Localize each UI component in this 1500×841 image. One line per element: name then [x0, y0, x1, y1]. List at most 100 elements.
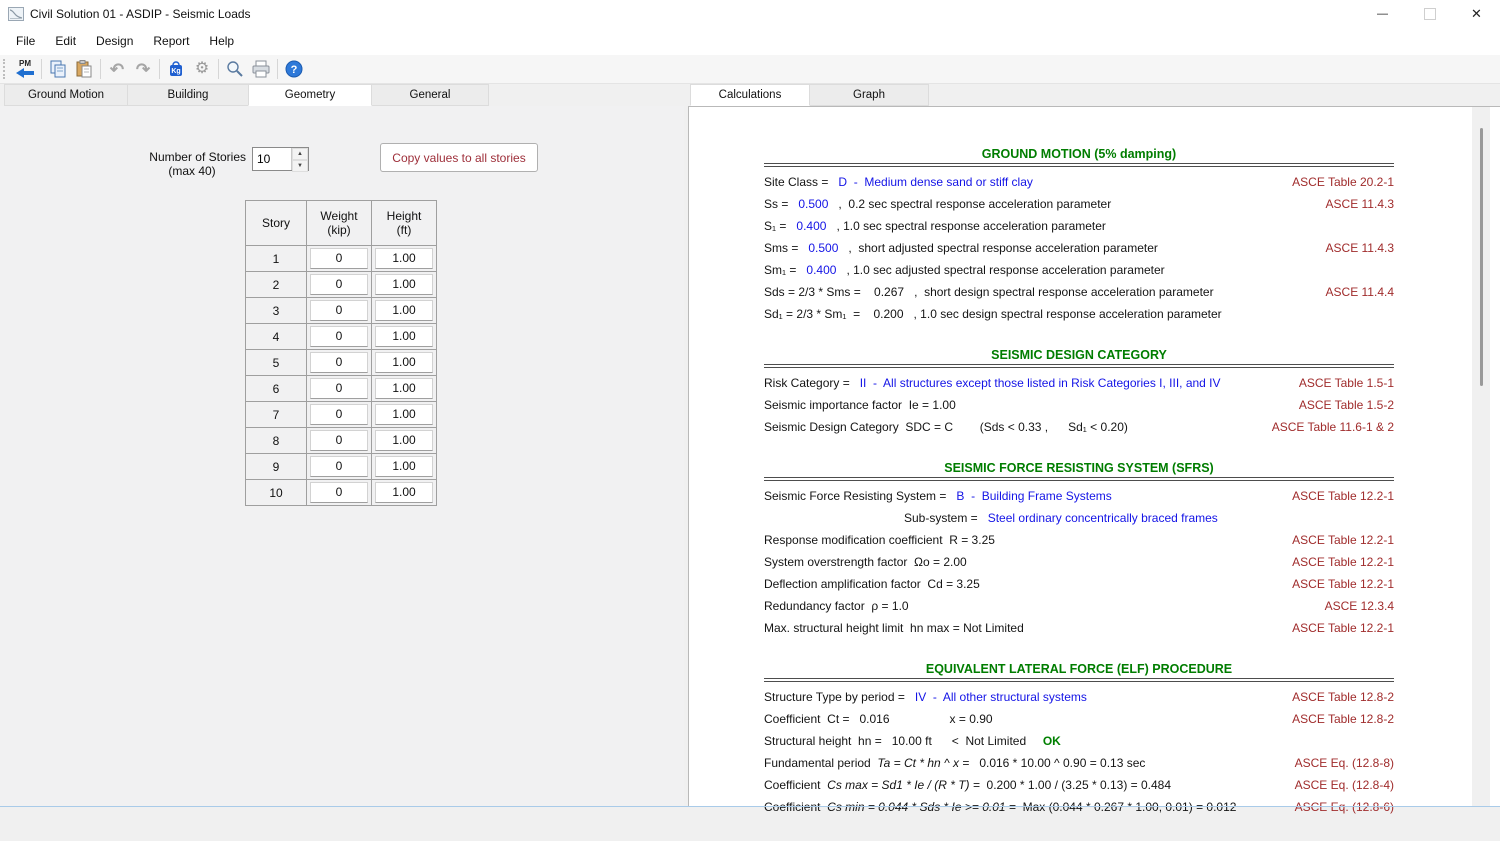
menu-help[interactable]: Help [199, 30, 244, 52]
calc-row: Sm₁ = 0.400 , 1.0 sec adjusted spectral … [764, 263, 1165, 277]
story-column-header: Story [245, 200, 307, 246]
story-number: 4 [245, 323, 307, 350]
close-button[interactable]: ✕ [1453, 0, 1500, 27]
maximize-button[interactable] [1406, 0, 1453, 27]
height-field[interactable]: 1.00 [375, 274, 433, 295]
output-tabstrip: Calculations Graph [690, 84, 929, 106]
minimize-button[interactable]: — [1359, 0, 1406, 27]
calc-row: Coefficient Cs min = 0.044 * Sds * Ie >=… [764, 800, 1394, 814]
gear-icon: ⚙ [194, 60, 210, 77]
story-number: 1 [245, 245, 307, 272]
app-window: { "window": { "title": "Civil Solution 0… [0, 0, 1500, 814]
printer-icon [252, 60, 270, 78]
toolbar-separator [41, 59, 42, 79]
weight-field[interactable]: 0 [310, 430, 368, 451]
kg-units-icon: Kg [170, 61, 182, 76]
preview-button[interactable] [222, 57, 248, 81]
calc-row: Structure Type by period = IV - All othe… [764, 690, 1394, 704]
table-row: 8 0 1.00 [245, 427, 437, 454]
section-rule [764, 477, 1394, 481]
calc-row: Ss = 0.500 , 0.2 sec spectral response a… [764, 197, 1394, 211]
help-icon: ? [285, 60, 303, 78]
height-field[interactable]: 1.00 [375, 248, 433, 269]
calc-row: Sms = 0.500 , short adjusted spectral re… [764, 241, 1394, 255]
weight-field[interactable]: 0 [310, 482, 368, 503]
weight-field[interactable]: 0 [310, 326, 368, 347]
paste-button[interactable] [71, 57, 97, 81]
magnifier-icon [227, 61, 243, 77]
height-field[interactable]: 1.00 [375, 326, 433, 347]
table-row: 10 0 1.00 [245, 479, 437, 506]
story-number: 8 [245, 427, 307, 454]
project-manager-button[interactable]: PM [12, 57, 38, 81]
story-number: 9 [245, 453, 307, 480]
help-button[interactable]: ? [281, 57, 307, 81]
tab-graph[interactable]: Graph [809, 84, 929, 106]
weight-field[interactable]: 0 [310, 248, 368, 269]
height-field[interactable]: 1.00 [375, 456, 433, 477]
window-title: Civil Solution 01 - ASDIP - Seismic Load… [30, 6, 251, 21]
weight-field[interactable]: 0 [310, 352, 368, 373]
undo-icon: ↶ [109, 59, 125, 79]
section-seismic-design-category: SEISMIC DESIGN CATEGORY Risk Category = … [764, 348, 1394, 438]
story-table: Story Weight (kip) Height (ft) 1 0 1.00 2 0 1.… [245, 200, 437, 506]
calculations-report: GROUND MOTION (5% damping) Site Class = … [764, 147, 1394, 841]
redo-button[interactable]: ↷ [130, 57, 156, 81]
height-field[interactable]: 1.00 [375, 430, 433, 451]
height-field[interactable]: 1.00 [375, 352, 433, 373]
calc-row: Response modification coefficient R = 3.… [764, 533, 1394, 547]
height-field[interactable]: 1.00 [375, 482, 433, 503]
number-of-stories-stepper: ▲ ▼ [252, 147, 309, 172]
calc-row: S₁ = 0.400 , 1.0 sec spectral response a… [764, 219, 1106, 233]
stepper-buttons: ▲ ▼ [291, 148, 308, 172]
title-bar: Civil Solution 01 - ASDIP - Seismic Load… [0, 0, 1500, 27]
menu-design[interactable]: Design [86, 30, 143, 52]
stepper-up-icon[interactable]: ▲ [292, 148, 308, 160]
tab-ground-motion[interactable]: Ground Motion [4, 84, 128, 106]
copy-values-button[interactable]: Copy values to all stories [380, 143, 538, 172]
calc-row: Sds = 2/3 * Sms = 0.267 , short design s… [764, 285, 1394, 299]
svg-text:Kg: Kg [171, 68, 180, 75]
tab-geometry[interactable]: Geometry [248, 84, 372, 106]
scrollbar-thumb[interactable] [1480, 128, 1483, 386]
height-field[interactable]: 1.00 [375, 300, 433, 321]
svg-text:?: ? [291, 64, 298, 76]
units-button[interactable]: Kg [163, 57, 189, 81]
number-of-stories-label-line1: Number of Stories [149, 150, 246, 164]
calc-row: Sd₁ = 2/3 * Sm₁ = 0.200 , 1.0 sec design… [764, 307, 1222, 321]
section-title: GROUND MOTION (5% damping) [981, 147, 1177, 161]
toolbar-grip[interactable] [3, 59, 8, 79]
number-of-stories-label: Number of Stories (max 40) [138, 150, 246, 178]
tab-building[interactable]: Building [127, 84, 249, 106]
weight-field[interactable]: 0 [310, 378, 368, 399]
menu-report[interactable]: Report [143, 30, 199, 52]
stepper-down-icon[interactable]: ▼ [292, 160, 308, 172]
calc-row: Seismic Force Resisting System = B - Bui… [764, 489, 1394, 503]
table-row: 1 0 1.00 [245, 245, 437, 272]
weight-field[interactable]: 0 [310, 456, 368, 477]
calc-row: System overstrength factor Ωo = 2.00 ASCE… [764, 555, 1394, 569]
weight-field[interactable]: 0 [310, 300, 368, 321]
toolbar-separator [277, 59, 278, 79]
tab-calculations[interactable]: Calculations [690, 84, 810, 106]
print-button[interactable] [248, 57, 274, 81]
toolbar-separator [159, 59, 160, 79]
calc-row: Seismic Design Category SDC = C (Sds < 0… [764, 420, 1394, 434]
undo-button[interactable]: ↶ [104, 57, 130, 81]
height-field[interactable]: 1.00 [375, 378, 433, 399]
settings-button[interactable]: ⚙ [189, 57, 215, 81]
table-row: 4 0 1.00 [245, 323, 437, 350]
menu-file[interactable]: File [6, 30, 45, 52]
tab-general[interactable]: General [371, 84, 489, 106]
close-icon: ✕ [1471, 5, 1482, 21]
section-sfrs: SEISMIC FORCE RESISTING SYSTEM (SFRS) Se… [764, 461, 1394, 639]
height-field[interactable]: 1.00 [375, 404, 433, 425]
minimize-icon: — [1377, 7, 1388, 20]
story-number: 7 [245, 401, 307, 428]
weight-field[interactable]: 0 [310, 404, 368, 425]
number-of-stories-input[interactable] [253, 148, 291, 170]
menu-edit[interactable]: Edit [45, 30, 86, 52]
weight-field[interactable]: 0 [310, 274, 368, 295]
geometry-panel: Number of Stories (max 40) ▲ ▼ Copy valu… [0, 106, 684, 807]
copy-button[interactable] [45, 57, 71, 81]
